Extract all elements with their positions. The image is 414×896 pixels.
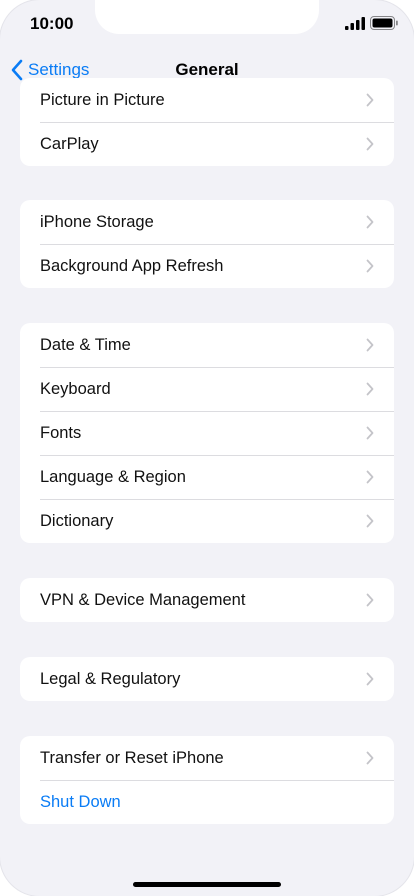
row-date-time[interactable]: Date & Time xyxy=(20,323,394,367)
settings-group-regional: Date & Time Keyboard Fonts Language & Re… xyxy=(20,323,394,543)
chevron-right-icon xyxy=(366,93,374,107)
chevron-right-icon xyxy=(366,672,374,686)
row-label: Date & Time xyxy=(40,335,131,354)
row-label: iPhone Storage xyxy=(40,212,154,231)
shut-down-label: Shut Down xyxy=(40,792,121,811)
row-dictionary[interactable]: Dictionary xyxy=(20,499,394,543)
chevron-right-icon xyxy=(366,215,374,229)
row-label: VPN & Device Management xyxy=(40,590,246,609)
row-picture-in-picture[interactable]: Picture in Picture xyxy=(20,78,394,122)
shut-down-button[interactable]: Shut Down xyxy=(20,780,394,824)
settings-group-media: Picture in Picture CarPlay xyxy=(20,78,394,166)
settings-group-vpn: VPN & Device Management xyxy=(20,578,394,622)
row-fonts[interactable]: Fonts xyxy=(20,411,394,455)
row-language-region[interactable]: Language & Region xyxy=(20,455,394,499)
battery-icon xyxy=(370,16,398,30)
row-label: Background App Refresh xyxy=(40,256,224,275)
status-bar: 10:00 xyxy=(0,0,414,48)
row-vpn-device-management[interactable]: VPN & Device Management xyxy=(20,578,394,622)
home-indicator[interactable] xyxy=(133,882,281,887)
row-label: Legal & Regulatory xyxy=(40,669,181,688)
page-title: General xyxy=(175,60,239,79)
row-label: Language & Region xyxy=(40,467,186,486)
settings-group-legal: Legal & Regulatory xyxy=(20,657,394,701)
row-label: Fonts xyxy=(40,423,82,442)
row-keyboard[interactable]: Keyboard xyxy=(20,367,394,411)
row-label: CarPlay xyxy=(40,134,99,153)
chevron-right-icon xyxy=(366,382,374,396)
signal-icon xyxy=(345,17,365,30)
settings-group-storage: iPhone Storage Background App Refresh xyxy=(20,200,394,288)
chevron-right-icon xyxy=(366,426,374,440)
settings-group-reset: Transfer or Reset iPhone Shut Down xyxy=(20,736,394,824)
row-label: Keyboard xyxy=(40,379,111,398)
row-label: Dictionary xyxy=(40,511,114,530)
row-iphone-storage[interactable]: iPhone Storage xyxy=(20,200,394,244)
row-transfer-reset-iphone[interactable]: Transfer or Reset iPhone xyxy=(20,736,394,780)
row-background-app-refresh[interactable]: Background App Refresh xyxy=(20,244,394,288)
chevron-right-icon xyxy=(366,137,374,151)
chevron-right-icon xyxy=(366,593,374,607)
notch xyxy=(95,0,319,34)
row-carplay[interactable]: CarPlay xyxy=(20,122,394,166)
row-label: Transfer or Reset iPhone xyxy=(40,748,224,767)
phone-screen: 10:00 Settings General Picture in Pictur… xyxy=(0,0,414,896)
chevron-right-icon xyxy=(366,514,374,528)
chevron-right-icon xyxy=(366,751,374,765)
chevron-right-icon xyxy=(366,259,374,273)
status-time: 10:00 xyxy=(30,14,74,33)
chevron-right-icon xyxy=(366,470,374,484)
row-label: Picture in Picture xyxy=(40,90,165,109)
row-legal-regulatory[interactable]: Legal & Regulatory xyxy=(20,657,394,701)
chevron-right-icon xyxy=(366,338,374,352)
